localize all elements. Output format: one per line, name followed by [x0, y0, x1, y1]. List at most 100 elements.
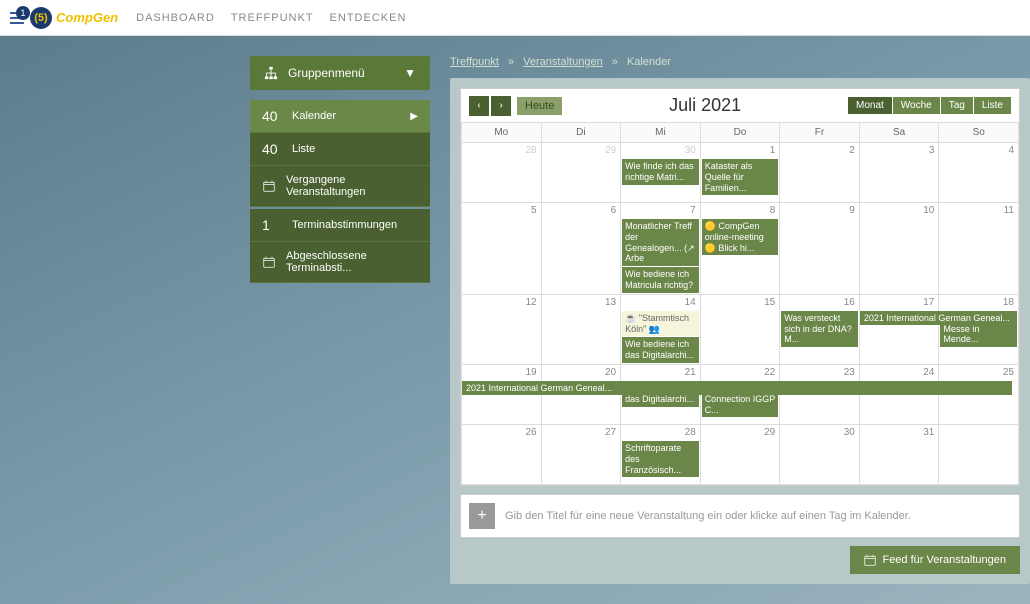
day-header: Sa [859, 123, 939, 143]
day-number: 17 [860, 295, 939, 310]
sidebar-item-liste[interactable]: 40Liste [250, 133, 430, 166]
breadcrumb-veranstaltungen[interactable]: Veranstaltungen [523, 56, 603, 68]
calendar-day-cell[interactable]: 31 [859, 424, 939, 484]
calendar-day-cell[interactable]: 1Kataster als Quelle für Familien... [700, 143, 780, 203]
calendar-event[interactable]: ☕ "Stammtisch Köln" 👥 [622, 311, 699, 337]
calendar-day-cell[interactable]: 16Was versteckt sich in der DNA? M... [780, 294, 860, 364]
calendar-icon [262, 179, 276, 193]
nav-entdecken[interactable]: ENTDECKEN [330, 12, 407, 24]
calendar-day-cell[interactable]: 28Schriftoparate des Französisch... [621, 424, 701, 484]
day-number: 1 [701, 143, 780, 158]
calendar-day-cell[interactable]: 10 [859, 203, 939, 295]
prev-month-button[interactable]: ‹ [469, 96, 489, 116]
calendar-day-cell[interactable]: 172021 International German Geneal... [859, 294, 939, 364]
topbar: 1 (5) CompGen DASHBOARD TREFFPUNKT ENTDE… [0, 0, 1030, 36]
day-number: 13 [542, 295, 621, 310]
calendar-event[interactable]: Schriftoparate des Französisch... [622, 441, 699, 477]
calendar-event[interactable]: Monatlicher Treff der Genealogen... (↗ A… [622, 219, 699, 266]
day-number: 5 [462, 203, 541, 218]
sidebar: Gruppenmenü ▼ 40Kalender▶40Liste Vergange… [250, 56, 430, 584]
logo[interactable]: (5) CompGen [30, 7, 118, 29]
day-number: 3 [860, 143, 939, 158]
hamburger-menu[interactable]: 1 [10, 12, 24, 24]
group-menu-dropdown[interactable]: Gruppenmenü ▼ [250, 56, 430, 90]
calendar-day-cell[interactable]: 7Monatlicher Treff der Genealogen... (↗ … [621, 203, 701, 295]
sidebar-item-kalender[interactable]: 40Kalender▶ [250, 100, 430, 133]
sidebar-item-terminabstimmungen[interactable]: 1Terminabstimmungen [250, 209, 430, 242]
calendar-day-cell[interactable]: 192021 International German Geneal... [462, 364, 542, 424]
view-tab-liste[interactable]: Liste [974, 97, 1011, 114]
calendar-event[interactable]: 🟡 CompGen online-meeting 🟡 Blick hi... [702, 219, 779, 255]
sidebar-count: 1 [262, 217, 282, 233]
calendar-event[interactable]: Wie bediene ich das Digitalarchi... [622, 337, 699, 363]
nav-treffpunkt[interactable]: TREFFPUNKT [231, 12, 314, 24]
calendar-day-cell[interactable]: 29 [541, 143, 621, 203]
calendar-day-cell[interactable]: 8🟡 CompGen online-meeting 🟡 Blick hi... [700, 203, 780, 295]
view-tab-woche[interactable]: Woche [893, 97, 940, 114]
calendar-day-cell[interactable]: 186. genealogische Messe in Mende... [939, 294, 1019, 364]
day-number: 20 [542, 365, 621, 380]
chevron-right-icon: ▶ [410, 111, 418, 122]
logo-icon: (5) [30, 7, 52, 29]
calendar-event[interactable]: Wie bediene ich Matricula richtig? [622, 267, 699, 293]
day-number: 15 [701, 295, 780, 310]
calendar-icon [864, 554, 876, 566]
calendar-day-cell[interactable]: 28 [462, 143, 542, 203]
calendar-day-cell[interactable]: 30Wie finde ich das richtige Matri... [621, 143, 701, 203]
sidebar-count: 40 [262, 108, 282, 124]
calendar-day-cell[interactable]: 27 [541, 424, 621, 484]
day-number: 30 [621, 143, 700, 158]
calendar-day-cell[interactable]: 13 [541, 294, 621, 364]
calendar-day-cell[interactable]: 15 [700, 294, 780, 364]
calendar-event[interactable]: Was versteckt sich in der DNA? M... [781, 311, 858, 347]
day-number: 12 [462, 295, 541, 310]
today-button[interactable]: Heute [517, 97, 562, 115]
view-tab-monat[interactable]: Monat [848, 97, 892, 114]
calendar-event-span[interactable]: 2021 International German Geneal... [860, 311, 1017, 325]
calendar-day-cell[interactable]: 29 [700, 424, 780, 484]
day-number: 19 [462, 365, 541, 380]
day-number: 11 [939, 203, 1018, 218]
day-number: 4 [939, 143, 1018, 158]
day-number: 22 [701, 365, 780, 380]
day-number: 14 [621, 295, 700, 310]
calendar-event[interactable]: Kataster als Quelle für Familien... [702, 159, 779, 195]
add-event-bar[interactable]: + Gib den Titel für eine neue Veranstalt… [460, 494, 1020, 538]
calendar-day-cell[interactable] [939, 424, 1019, 484]
calendar-day-cell[interactable]: 4 [939, 143, 1019, 203]
sidebar-item-vergangene-veranstaltungen[interactable]: Vergangene Veranstaltungen [250, 166, 430, 207]
calendar-day-cell[interactable]: 30 [780, 424, 860, 484]
breadcrumb: Treffpunkt » Veranstaltungen » Kalender [450, 56, 1030, 68]
view-tab-tag[interactable]: Tag [941, 97, 973, 114]
calendar-day-cell[interactable]: 14☕ "Stammtisch Köln" 👥Wie bediene ich d… [621, 294, 701, 364]
calendar-event-span[interactable]: 2021 International German Geneal... [462, 381, 1012, 395]
feed-button-label: Feed für Veranstaltungen [882, 554, 1006, 566]
day-header: Di [541, 123, 621, 143]
logo-text: CompGen [56, 10, 118, 25]
calendar-day-cell[interactable]: 12 [462, 294, 542, 364]
breadcrumb-treffpunkt[interactable]: Treffpunkt [450, 56, 499, 68]
calendar-day-cell[interactable]: 5 [462, 203, 542, 295]
calendar-day-cell[interactable]: 3 [859, 143, 939, 203]
next-month-button[interactable]: › [491, 96, 511, 116]
calendar-day-cell[interactable]: 9 [780, 203, 860, 295]
calendar-day-cell[interactable]: 6 [541, 203, 621, 295]
breadcrumb-kalender: Kalender [627, 56, 671, 68]
chevron-down-icon: ▼ [404, 66, 416, 80]
day-number: 18 [939, 295, 1018, 310]
day-header: Mi [621, 123, 701, 143]
calendar-event[interactable]: Wie finde ich das richtige Matri... [622, 159, 699, 185]
sidebar-item-label: Vergangene Veranstaltungen [286, 174, 418, 198]
sidebar-item-abgeschlossene-terminabsti---[interactable]: Abgeschlossene Terminabsti... [250, 242, 430, 283]
day-header: Do [700, 123, 780, 143]
day-number: 10 [860, 203, 939, 218]
day-number: 25 [939, 365, 1018, 380]
calendar-day-cell[interactable]: 26 [462, 424, 542, 484]
calendar-day-cell[interactable]: 11 [939, 203, 1019, 295]
nav-dashboard[interactable]: DASHBOARD [136, 12, 215, 24]
calendar-panel: ‹ › Heute Juli 2021 MonatWocheTagListe M… [450, 78, 1030, 584]
feed-button[interactable]: Feed für Veranstaltungen [850, 546, 1020, 574]
calendar-day-cell[interactable]: 2 [780, 143, 860, 203]
add-event-button[interactable]: + [469, 503, 495, 529]
day-number: 7 [621, 203, 700, 218]
